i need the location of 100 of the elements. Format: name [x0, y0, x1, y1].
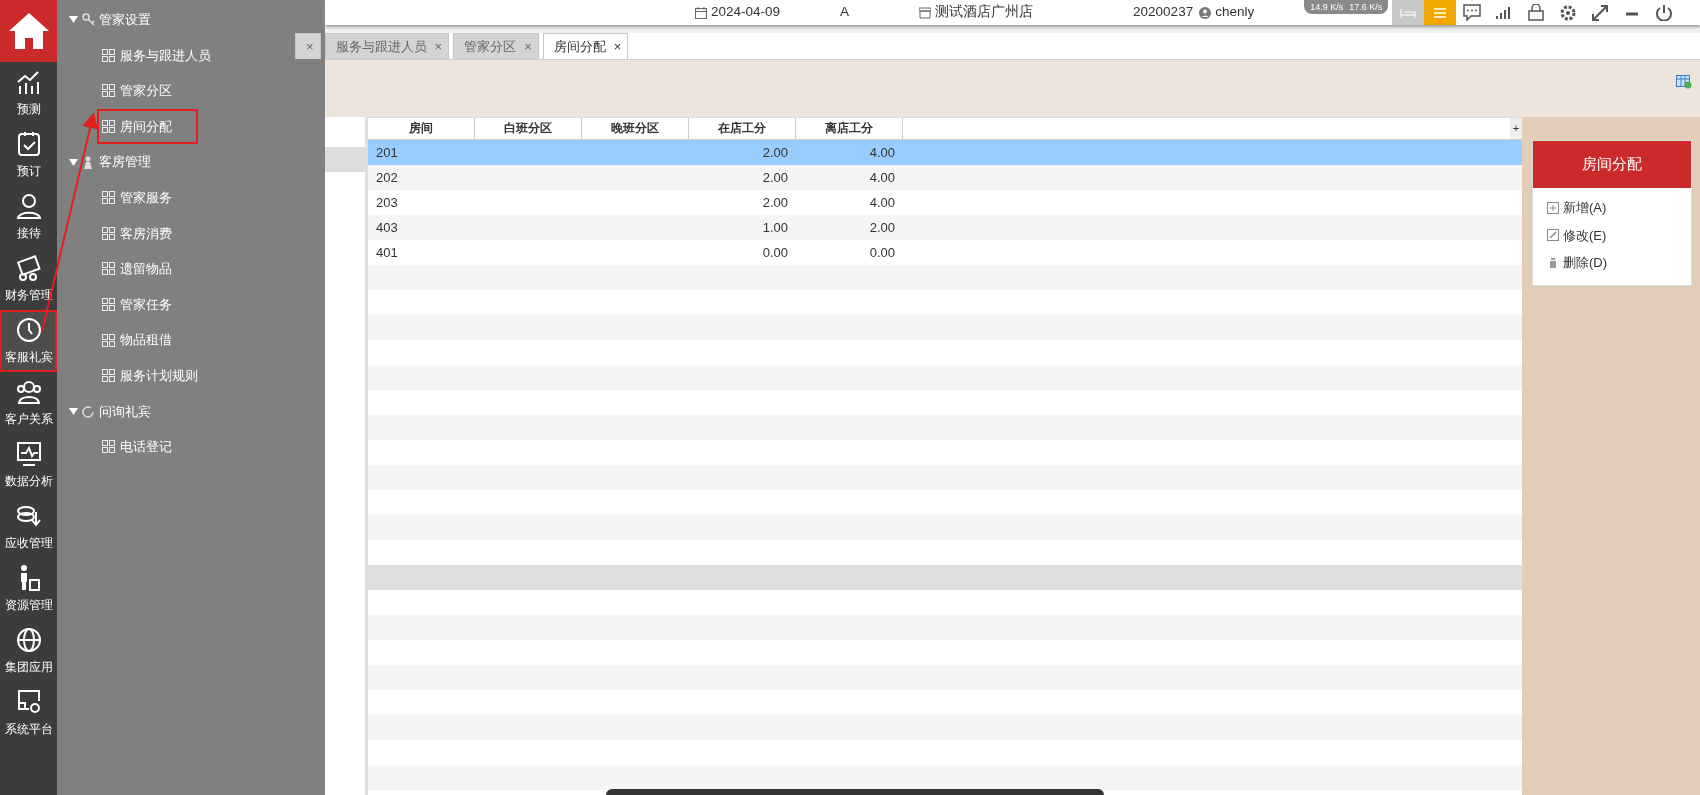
caret-down-icon[interactable]: [69, 406, 78, 416]
rail-item[interactable]: 应收管理: [0, 496, 57, 558]
table-cell-text: 2.00: [868, 218, 896, 237]
tree-item[interactable]: 管家任务: [97, 286, 198, 323]
table-cell-text: 0.00: [868, 243, 896, 262]
tree-item[interactable]: 管家分区: [97, 73, 198, 109]
tab-label: 服务与跟进人员: [335, 37, 427, 56]
table-export-icon[interactable]: [1676, 75, 1692, 89]
upload-speed: 14.9 K/s: [1310, 2, 1344, 12]
table-cell-text: 2.00: [761, 143, 789, 162]
globe-icon: [14, 625, 43, 654]
money-icon: [14, 253, 43, 282]
rail-item[interactable]: 集团应用: [0, 620, 57, 682]
table-cell-text: 4.00: [868, 193, 896, 212]
shift-text: A: [840, 3, 850, 22]
tab-close[interactable]: ×: [434, 36, 443, 57]
bed-icon: [1400, 6, 1417, 19]
action-item[interactable]: 删除(D): [1533, 249, 1691, 277]
rail-item[interactable]: 预订: [0, 124, 57, 186]
action-item[interactable]: 修改(E): [1533, 221, 1691, 249]
column-menu-button[interactable]: +: [1510, 118, 1522, 139]
user-icon: [1199, 6, 1212, 19]
person-icon: [82, 155, 95, 169]
table-cell-text: 4.00: [868, 168, 896, 187]
download-speed: 17.6 K/s: [1349, 2, 1383, 12]
column-header[interactable]: 晚班分区: [582, 118, 689, 139]
tree-group-label[interactable]: 客房管理: [99, 152, 151, 172]
side-panel-title: 房间分配: [1533, 141, 1691, 188]
rail-item[interactable]: 预测: [0, 62, 57, 124]
grid-icon: [102, 226, 115, 240]
tab-label: 管家分区: [464, 37, 517, 56]
table-cell-text: 401: [375, 243, 399, 262]
table-cell-text: 2.00: [761, 193, 789, 212]
table-cell-text: 202: [375, 168, 399, 187]
plus-square-icon: [1547, 201, 1559, 214]
rail-item[interactable]: 系统平台: [0, 682, 57, 744]
tree-item[interactable]: 电话登记: [97, 429, 198, 465]
tree-item[interactable]: 房间分配: [97, 108, 198, 145]
table-cell-text: 2.00: [761, 168, 789, 187]
tree-item[interactable]: 管家服务: [97, 180, 198, 216]
table-cell-text: 201: [375, 143, 399, 162]
table-row[interactable]: 403 1.00 2.00: [368, 215, 1522, 240]
menu-icon: [1434, 7, 1447, 18]
grid-icon: [102, 333, 115, 347]
grid-icon: [102, 191, 115, 205]
trash-icon: [1547, 256, 1559, 269]
column-header[interactable]: 在店工分: [689, 118, 796, 139]
tree-item[interactable]: 客房消费: [97, 215, 198, 252]
table-row[interactable]: 202 2.00 4.00: [368, 165, 1522, 190]
table-cell-text: 203: [375, 193, 399, 212]
tab[interactable]: 管家分区 ×: [453, 33, 539, 59]
rail-item[interactable]: 数据分析: [0, 434, 57, 496]
rail-item[interactable]: 接待: [0, 186, 57, 248]
tree-group-label[interactable]: 问询礼宾: [99, 401, 151, 422]
power-icon[interactable]: [1655, 4, 1674, 21]
grid-icon: [102, 84, 115, 98]
table-row[interactable]: 201 2.00 4.00: [368, 140, 1522, 165]
column-header[interactable]: 离店工分: [796, 118, 903, 139]
table-row[interactable]: 401 0.00 0.00: [368, 240, 1522, 265]
key-icon: [82, 13, 95, 27]
settings-icon[interactable]: [1559, 4, 1578, 21]
tree-item[interactable]: 服务计划规则: [97, 358, 224, 394]
table-cell-text: 403: [375, 218, 399, 237]
table-cell-text: 1.00: [761, 218, 789, 237]
grid-icon: [102, 48, 115, 62]
column-header[interactable]: 房间: [368, 118, 475, 139]
rail-item[interactable]: 资源管理: [0, 558, 57, 620]
caret-down-icon[interactable]: [69, 15, 78, 25]
grid-icon: [102, 120, 115, 134]
tree-item[interactable]: 遗留物品: [97, 251, 198, 287]
hotel-name: 测试酒店广州店: [935, 3, 1034, 22]
person-icon: [14, 191, 43, 220]
grid-icon: [102, 369, 115, 383]
tree-item[interactable]: 物品租借: [97, 322, 198, 358]
lock-icon[interactable]: [1527, 4, 1546, 21]
tab[interactable]: 服务与跟进人员 ×: [324, 33, 450, 59]
table-row[interactable]: 203 2.00 4.00: [368, 190, 1522, 215]
pencil-icon: [1547, 229, 1559, 242]
caret-down-icon[interactable]: [69, 157, 78, 167]
table-cell-text: 0.00: [761, 243, 789, 262]
user-name: chenly: [1215, 3, 1255, 22]
grid-icon: [102, 262, 115, 276]
tab-close[interactable]: ×: [306, 36, 314, 57]
tree-item[interactable]: 服务与跟进人员: [97, 37, 237, 74]
tab-close[interactable]: ×: [613, 36, 622, 57]
user-id: 20200237: [1133, 3, 1194, 22]
tree-group-label[interactable]: 管家设置: [99, 10, 151, 30]
action-item[interactable]: 新增(A): [1533, 194, 1691, 222]
monitor-chart-icon: [14, 439, 43, 468]
rail-item[interactable]: 客户关系: [0, 372, 57, 434]
column-header[interactable]: 白班分区: [475, 118, 582, 139]
store-icon: [919, 6, 932, 19]
chat-icon[interactable]: [1463, 4, 1482, 21]
tab[interactable]: 房间分配 ×: [542, 33, 629, 59]
tab-close[interactable]: ×: [524, 36, 532, 57]
rail-item[interactable]: 客服礼宾: [0, 310, 57, 372]
tab[interactable]: ×: [295, 33, 321, 59]
grid-icon: [102, 298, 115, 312]
clock-icon: [14, 315, 43, 344]
expand-icon[interactable]: [1591, 4, 1610, 21]
